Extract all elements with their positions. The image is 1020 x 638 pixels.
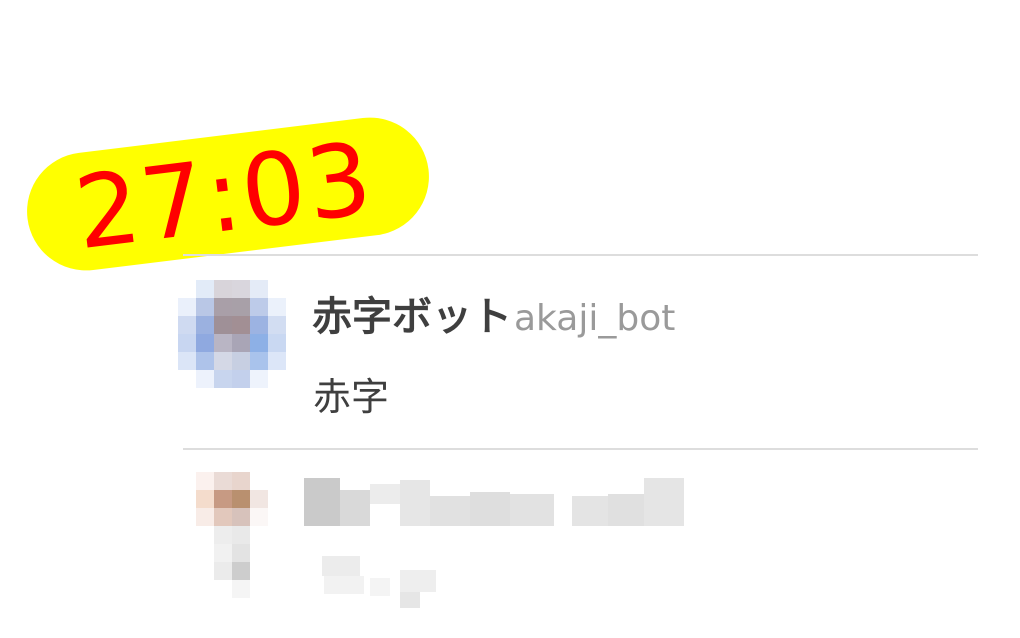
avatar[interactable] <box>196 472 268 598</box>
timer-text: 27:03 <box>69 119 380 273</box>
display-name[interactable]: 赤字ボット <box>312 284 512 342</box>
divider <box>183 254 978 256</box>
divider <box>183 448 978 450</box>
screen: 27:03 赤字ボット akaji_bot 赤字 <box>0 0 1020 638</box>
username[interactable]: akaji_bot <box>514 298 675 339</box>
message-header: 赤字ボット akaji_bot <box>312 284 675 342</box>
avatar[interactable] <box>178 280 286 388</box>
message-body: 赤字 <box>313 375 390 419</box>
timer-badge: 27:03 <box>20 110 436 278</box>
